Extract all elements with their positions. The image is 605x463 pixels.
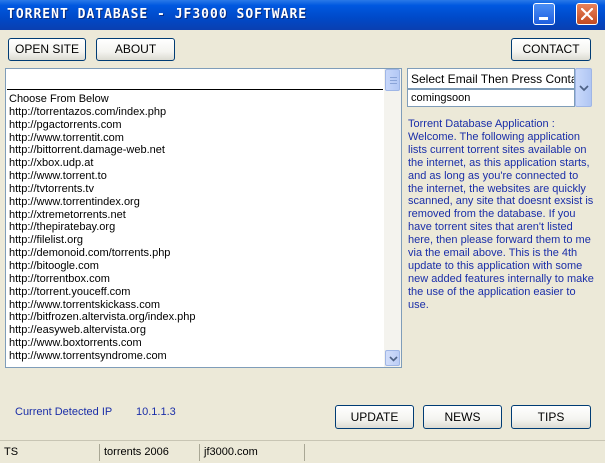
list-item[interactable]: http://www.torrentskickass.com (9, 299, 381, 312)
detected-ip-value: 10.1.1.3 (136, 406, 176, 418)
title-bar[interactable]: TORRENT DATABASE - JF3000 SOFTWARE (0, 0, 605, 30)
list-item[interactable]: http://www.torrentindex.org (9, 196, 381, 209)
email-field[interactable]: comingsoon (407, 89, 575, 107)
list-item[interactable]: Choose From Below (9, 93, 381, 106)
list-item[interactable]: http://thepiratebay.org (9, 221, 381, 234)
site-list-scrollbar[interactable] (384, 69, 401, 367)
list-item[interactable]: http://www.boxtorrents.com (9, 337, 381, 350)
dropdown-arrow-icon (579, 85, 589, 92)
contact-button[interactable]: CONTACT (511, 38, 591, 61)
list-item[interactable]: http://xbox.udp.at (9, 157, 381, 170)
scrollbar-thumb[interactable] (385, 69, 400, 91)
list-item[interactable]: http://easyweb.altervista.org (9, 324, 381, 337)
app-description: Torrent Database Application : Welcome. … (408, 118, 594, 311)
list-item[interactable]: http://www.torrentit.com (9, 132, 381, 145)
list-item[interactable]: http://torrent.youceff.com (9, 286, 381, 299)
list-item[interactable]: http://demonoid.com/torrents.php (9, 247, 381, 260)
scroll-down-button[interactable] (385, 350, 400, 366)
list-item[interactable]: http://bitfrozen.altervista.org/index.ph… (9, 311, 381, 324)
status-bar: TS torrents 2006 jf3000.com (0, 440, 605, 463)
tips-button[interactable]: TIPS (511, 405, 591, 429)
list-item[interactable]: http://bitoogle.com (9, 260, 381, 273)
email-select-label[interactable]: Select Email Then Press Contact (407, 68, 575, 89)
minimize-button[interactable] (533, 3, 555, 25)
list-item[interactable]: http://filelist.org (9, 234, 381, 247)
close-button[interactable] (576, 3, 598, 25)
close-icon (581, 8, 593, 20)
detected-ip-label: Current Detected IP (15, 406, 113, 418)
list-item[interactable]: http://bittorrent.damage-web.net (9, 144, 381, 157)
about-button[interactable]: ABOUT (96, 38, 175, 61)
list-item[interactable]: http://www.torrentsyndrome.com (9, 350, 381, 363)
email-dropdown-button[interactable] (575, 68, 592, 107)
window-title: TORRENT DATABASE - JF3000 SOFTWARE (7, 7, 308, 22)
app-window: TORRENT DATABASE - JF3000 SOFTWARE OPEN … (0, 0, 605, 463)
site-list-header (7, 70, 383, 90)
update-button[interactable]: UPDATE (335, 405, 414, 429)
status-panel: torrents 2006 (99, 444, 199, 461)
scroll-down-arrow-icon (389, 356, 398, 362)
list-item[interactable]: http://pgactorrents.com (9, 119, 381, 132)
list-item[interactable]: http://xtremetorrents.net (9, 209, 381, 222)
open-site-button[interactable]: OPEN SITE (8, 38, 86, 61)
site-list-items: Choose From Below http://torrentazos.com… (9, 91, 381, 363)
status-panel: TS (4, 446, 19, 458)
list-item[interactable]: http://www.torrent.to (9, 170, 381, 183)
status-panel (304, 444, 605, 461)
news-button[interactable]: NEWS (423, 405, 502, 429)
minimize-icon (539, 17, 548, 20)
list-item[interactable]: http://tvtorrents.tv (9, 183, 381, 196)
site-list[interactable]: Choose From Below http://torrentazos.com… (5, 68, 402, 368)
list-item[interactable]: http://torrentbox.com (9, 273, 381, 286)
status-panel: jf3000.com (199, 444, 304, 461)
list-item[interactable]: http://torrentazos.com/index.php (9, 106, 381, 119)
